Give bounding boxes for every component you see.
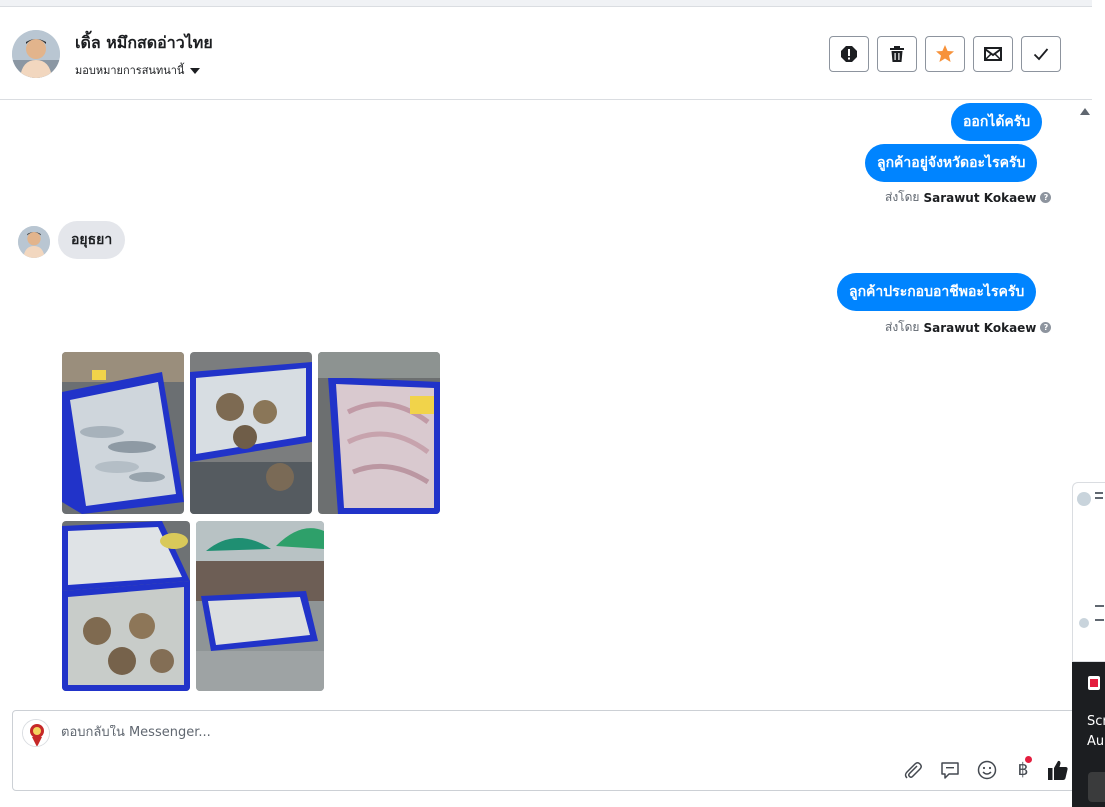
- seafood-photo-1[interactable]: [62, 352, 184, 514]
- scroll-up-arrow-icon[interactable]: [1080, 108, 1090, 115]
- mark-done-button[interactable]: [1021, 36, 1061, 72]
- saved-replies-button[interactable]: [938, 758, 962, 782]
- side-avatar: [1077, 492, 1091, 506]
- incoming-message-bubble[interactable]: อยุธยา: [58, 221, 126, 259]
- sender-name: Sarawut Kokaew: [923, 190, 1037, 205]
- smiley-icon: [977, 760, 997, 780]
- popup-text-line-2: Au: [1087, 734, 1105, 749]
- mark-spam-button[interactable]: [829, 36, 869, 72]
- popup-action-button[interactable]: [1088, 772, 1105, 802]
- check-icon: [1033, 48, 1049, 61]
- sent-by-label: ส่งโดย Sarawut Kokaew ?: [885, 318, 1052, 337]
- outgoing-message-bubble[interactable]: ลูกค้าประกอบอาชีพอะไรครับ: [837, 273, 1037, 311]
- baht-icon: ฿: [1017, 760, 1029, 780]
- contact-avatar-small[interactable]: [18, 226, 50, 258]
- contact-avatar[interactable]: [12, 30, 60, 78]
- conversation-header: เดิ้ล หมึกสดอ่าวไทย มอบหมายการสนทนานี้: [0, 8, 1092, 100]
- sent-by-prefix: ส่งโดย: [885, 190, 920, 204]
- side-notification-panel[interactable]: [1072, 482, 1105, 662]
- top-strip: [0, 0, 1092, 7]
- payment-button[interactable]: ฿: [1011, 756, 1035, 782]
- side-text-line: [1095, 497, 1103, 499]
- outgoing-message-bubble[interactable]: ลูกค้าอยู่จังหวัดอะไรครับ: [865, 144, 1038, 182]
- question-mark-icon[interactable]: ?: [1040, 192, 1052, 203]
- emoji-button[interactable]: [975, 758, 999, 782]
- caret-down-icon: [190, 67, 201, 74]
- side-text-line: [1095, 605, 1104, 607]
- side-avatar: [1079, 618, 1089, 628]
- thumbs-up-icon: [1048, 760, 1068, 780]
- reply-input[interactable]: [61, 725, 861, 740]
- attach-button[interactable]: [901, 758, 925, 782]
- seafood-photo-4[interactable]: [62, 521, 190, 691]
- spam-icon: [841, 46, 857, 62]
- sent-by-prefix: ส่งโดย: [885, 320, 920, 334]
- question-mark-icon[interactable]: ?: [1040, 322, 1052, 333]
- side-text-line: [1095, 492, 1103, 494]
- mark-unread-button[interactable]: [973, 36, 1013, 72]
- outgoing-message-bubble[interactable]: ออกได้ครับ: [951, 103, 1043, 141]
- inbox-conversation-view: เดิ้ล หมึกสดอ่าวไทย มอบหมายการสนทนานี้ อ…: [0, 0, 1105, 807]
- seafood-photo-5[interactable]: [196, 521, 324, 691]
- app-icon: [1088, 676, 1100, 690]
- notification-dot: [1025, 756, 1032, 763]
- page-avatar: [22, 719, 50, 747]
- mail-icon: [984, 47, 1002, 61]
- seafood-photo-2[interactable]: [190, 352, 312, 514]
- sent-by-label: ส่งโดย Sarawut Kokaew ?: [885, 188, 1052, 207]
- trash-icon: [890, 46, 904, 62]
- star-icon: [936, 45, 954, 62]
- contact-name[interactable]: เดิ้ล หมึกสดอ่าวไทย: [75, 31, 213, 56]
- popup-text-line-1: Scr: [1087, 714, 1105, 729]
- paperclip-icon: [904, 762, 922, 779]
- assign-conversation-dropdown[interactable]: มอบหมายการสนทนานี้: [75, 61, 201, 79]
- speech-bubble-icon: [941, 762, 959, 779]
- delete-button[interactable]: [877, 36, 917, 72]
- star-button[interactable]: [925, 36, 965, 72]
- screen-recorder-popup[interactable]: Scr Au: [1072, 662, 1105, 807]
- seafood-photo-3[interactable]: [318, 352, 440, 514]
- assign-conversation-label: มอบหมายการสนทนานี้: [75, 64, 185, 77]
- side-text-line: [1095, 619, 1104, 621]
- reply-composer: ฿: [12, 710, 1076, 791]
- sender-name: Sarawut Kokaew: [923, 320, 1037, 335]
- like-button[interactable]: [1046, 758, 1070, 782]
